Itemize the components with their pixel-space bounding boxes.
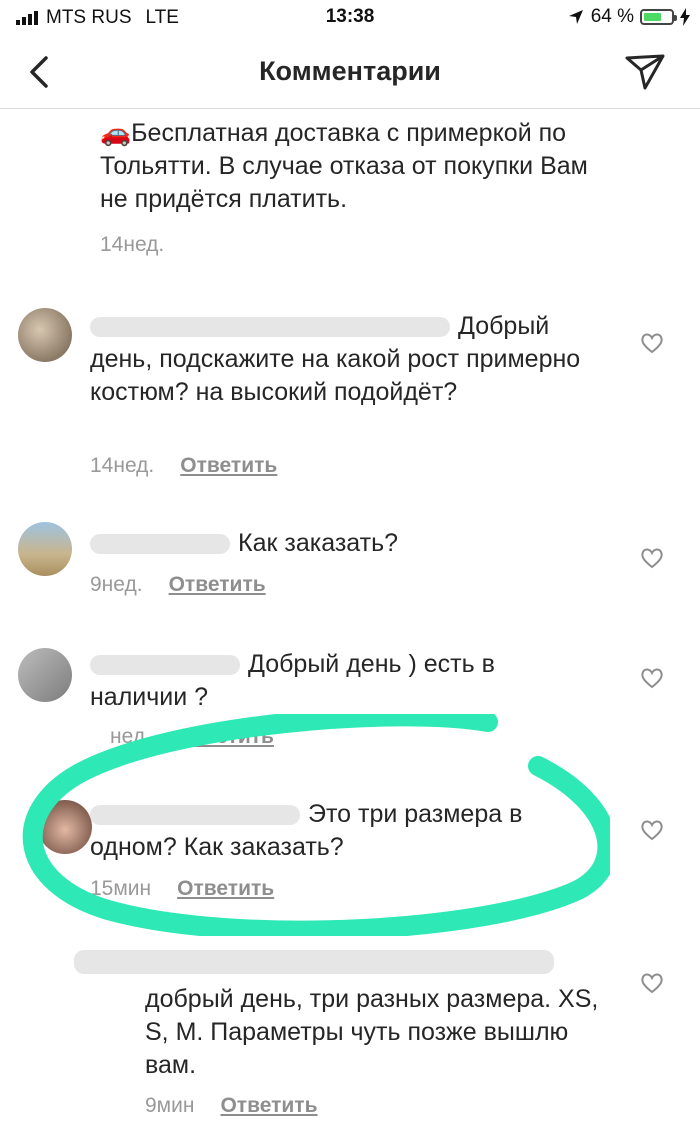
charging-icon (680, 8, 690, 26)
status-bar: MTS RUS LTE 13:38 64 % (0, 0, 700, 36)
heart-icon[interactable] (640, 819, 664, 841)
send-icon[interactable] (624, 52, 666, 92)
reply-button[interactable]: Ответить (180, 454, 277, 478)
reply-button[interactable]: Ответить (177, 725, 274, 749)
nav-bar: Комментарии (0, 36, 700, 109)
reply-button[interactable]: Ответить (169, 573, 266, 597)
comment-text: Добрый день ) есть в наличии ? (90, 650, 495, 711)
comment-meta: 9мин Ответить (145, 1094, 318, 1118)
comment-text: Это три размера в одном? Как заказать? (90, 800, 523, 861)
reply-button[interactable]: Ответить (177, 877, 274, 901)
redacted-username (90, 805, 300, 826)
comment-meta: 9нед. Ответить (90, 573, 266, 597)
heart-icon[interactable] (640, 332, 664, 354)
comment-time: 15мин (90, 877, 152, 900)
battery-icon (640, 9, 677, 25)
avatar[interactable] (18, 308, 72, 362)
redacted-username (90, 655, 240, 676)
comment-text: добрый день, три разных размера. XS, S, … (145, 985, 599, 1079)
redacted-username (74, 950, 554, 974)
reply-button[interactable]: Ответить (220, 1094, 317, 1118)
comment-meta: нед. Ответить (110, 725, 274, 749)
page-title: Комментарии (259, 56, 441, 86)
status-right: 64 % (567, 6, 690, 28)
comment-time: 14нед. (100, 233, 165, 256)
comment-meta: 14нед. (100, 233, 164, 257)
heart-icon[interactable] (640, 972, 664, 994)
comment-time: нед. (110, 725, 151, 748)
heart-icon[interactable] (640, 667, 664, 689)
avatar[interactable] (18, 522, 72, 576)
comment-text: Как заказать? (90, 527, 590, 560)
heart-icon[interactable] (640, 547, 664, 569)
battery-percent: 64 % (590, 6, 634, 27)
comment-meta: 15мин Ответить (90, 877, 274, 901)
comment-time: 9мин (145, 1094, 195, 1117)
comment-time: 14нед. (90, 454, 155, 477)
redacted-username (90, 317, 450, 338)
avatar[interactable] (18, 648, 72, 702)
avatar[interactable] (38, 800, 92, 854)
comment-text: Добрый день, подскажите на какой рост пр… (90, 312, 581, 406)
location-arrow-icon (568, 10, 583, 24)
comment-text: 🚗Бесплатная доставка с примеркой по Толь… (100, 119, 588, 213)
comment-meta: 14нед. Ответить (90, 454, 277, 478)
comment-time: 9нед. (90, 573, 143, 596)
redacted-username (90, 534, 230, 555)
